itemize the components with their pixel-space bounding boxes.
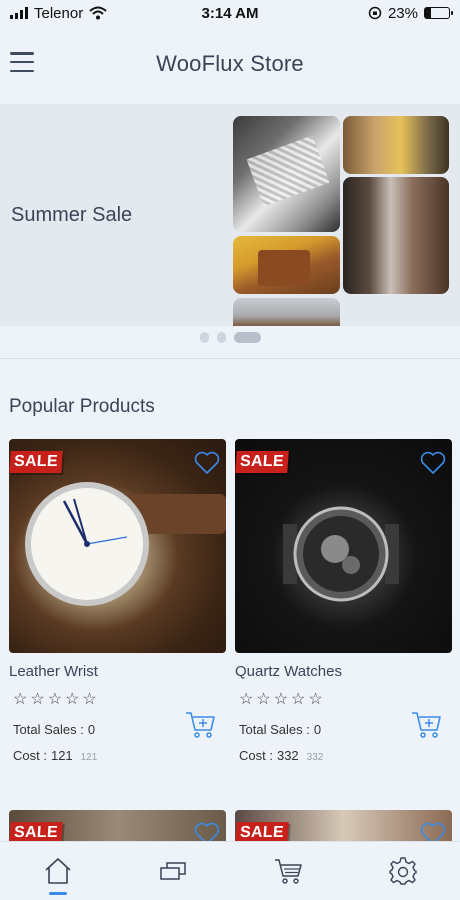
page-title: WooFlux Store <box>156 51 304 76</box>
battery-percent: 23% <box>387 4 418 22</box>
star-icon: ☆ <box>291 691 306 708</box>
product-image[interactable]: SALE <box>235 439 452 653</box>
rotation-lock-icon <box>368 6 382 20</box>
regular-price: 332 <box>306 752 324 763</box>
banner-image-handbag <box>233 236 340 294</box>
promo-banner[interactable]: Summer Sale <box>0 104 460 326</box>
banner-image-shirts <box>233 116 340 232</box>
banner-page-indicator[interactable] <box>0 332 460 343</box>
bottom-navigation <box>0 841 460 900</box>
hamburger-menu-icon[interactable] <box>10 52 34 72</box>
star-icon: ☆ <box>82 691 97 708</box>
heart-icon[interactable] <box>420 451 446 475</box>
section-title: Popular Products <box>9 396 155 417</box>
signal-icon <box>10 7 28 19</box>
cost-value: 332 <box>276 748 299 763</box>
product-image[interactable]: SALE <box>9 439 226 653</box>
product-name[interactable]: Quartz Watches <box>235 663 452 680</box>
star-icon: ☆ <box>13 691 28 708</box>
total-sales-value: 0 <box>313 722 322 737</box>
status-left: Telenor <box>10 5 107 22</box>
nav-cart[interactable] <box>258 842 318 900</box>
product-card[interactable]: SALE Leather Wrist ☆ ☆ ☆ ☆ ☆ Total Sales : 0… <box>9 439 226 763</box>
total-sales-label: Total Sales : <box>239 722 310 737</box>
cost-row: Cost : 332 332 <box>239 748 452 763</box>
status-right: 23% <box>368 4 453 22</box>
active-nav-indicator <box>48 891 67 895</box>
sale-badge: SALE <box>235 451 289 473</box>
status-bar: Telenor 3:14 AM 23% <box>0 0 460 26</box>
product-card[interactable]: SALE Quartz Watches ☆ ☆ ☆ ☆ ☆ Total Sales : … <box>235 439 452 763</box>
star-icon: ☆ <box>30 691 45 708</box>
home-icon <box>44 858 71 884</box>
categories-icon <box>159 862 186 880</box>
product-meta: Total Sales : 0 Cost : 332 332 <box>239 712 452 763</box>
total-sales-value: 0 <box>87 722 96 737</box>
settings-icon <box>388 857 417 885</box>
cost-row: Cost : 121 121 <box>13 748 226 763</box>
page-dot[interactable] <box>216 332 226 343</box>
wifi-icon <box>89 6 107 20</box>
star-icon: ☆ <box>47 691 63 708</box>
carrier-label: Telenor <box>34 4 84 22</box>
star-icon: ☆ <box>256 691 271 708</box>
total-sales-label: Total Sales : <box>13 722 84 737</box>
battery-fill <box>425 8 431 18</box>
nav-settings[interactable] <box>373 842 433 900</box>
page-dot[interactable] <box>199 332 209 343</box>
section-divider <box>0 358 460 359</box>
product-meta: Total Sales : 0 Cost : 121 121 <box>13 712 226 763</box>
app-header: WooFlux Store <box>0 26 460 102</box>
nav-home[interactable] <box>28 842 88 900</box>
cost-value: 121 <box>50 748 73 763</box>
banner-title: Summer Sale <box>11 204 133 226</box>
banner-image-store <box>343 116 449 174</box>
battery-icon <box>424 7 453 19</box>
page-dot-active[interactable] <box>233 332 261 343</box>
heart-icon[interactable] <box>194 451 220 475</box>
product-name[interactable]: Leather Wrist <box>9 663 226 680</box>
add-to-cart-icon[interactable] <box>184 708 216 740</box>
regular-price: 121 <box>80 752 98 763</box>
banner-image-boutique <box>343 177 449 294</box>
star-icon: ☆ <box>239 691 254 708</box>
cost-label: Cost : <box>239 748 273 763</box>
cost-label: Cost : <box>13 748 47 763</box>
banner-image-landscape <box>233 298 340 326</box>
cart-icon <box>274 859 302 884</box>
rating-stars: ☆ ☆ ☆ ☆ ☆ <box>239 692 452 708</box>
star-icon: ☆ <box>273 691 289 708</box>
star-icon: ☆ <box>65 691 80 708</box>
nav-categories[interactable] <box>143 842 203 900</box>
rating-stars: ☆ ☆ ☆ ☆ ☆ <box>13 692 226 708</box>
add-to-cart-icon[interactable] <box>410 708 442 740</box>
sale-badge: SALE <box>9 451 63 473</box>
star-icon: ☆ <box>308 691 323 708</box>
